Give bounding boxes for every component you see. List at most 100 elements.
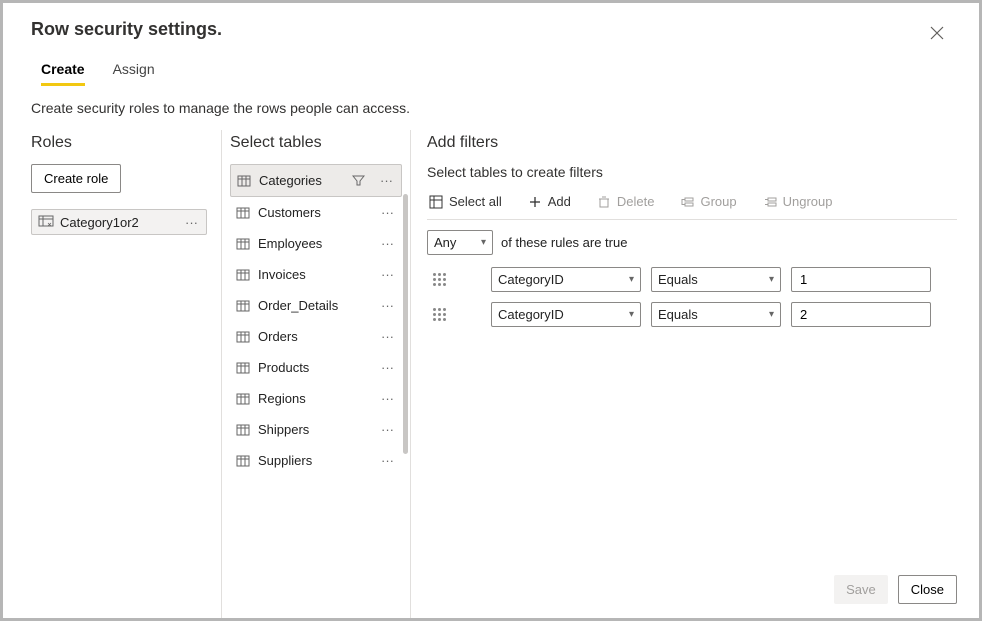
table-item-regions[interactable]: Regions ··· [230,383,402,414]
chevron-down-icon: ▾ [481,237,486,248]
chevron-down-icon: ▾ [769,309,774,320]
delete-label: Delete [617,194,655,209]
plus-icon [528,195,542,209]
rule-operator-select[interactable]: Equals ▾ [651,302,781,327]
chevron-down-icon: ▾ [769,274,774,285]
close-icon [930,26,944,40]
rule-list: CategoryID ▾ Equals ▾ CategoryID ▾ [427,267,957,327]
rule-row: CategoryID ▾ Equals ▾ [427,302,957,327]
table-item-customers[interactable]: Customers ··· [230,197,402,228]
page-description: Create security roles to manage the rows… [3,86,979,130]
table-icon [236,392,250,406]
rule-operator-value: Equals [658,307,698,322]
role-menu-button[interactable]: ··· [183,215,200,230]
rule-operator-select[interactable]: Equals ▾ [651,267,781,292]
filters-heading: Add filters [427,134,957,152]
ungroup-icon [763,195,777,209]
match-mode-value: Any [434,235,456,250]
table-menu-button[interactable]: ··· [379,329,396,344]
select-all-icon [429,195,443,209]
rule-value-input[interactable] [791,267,931,292]
table-menu-button[interactable]: ··· [379,453,396,468]
ungroup-label: Ungroup [783,194,833,209]
delete-button: Delete [597,194,655,209]
rule-field-select[interactable]: CategoryID ▾ [491,302,641,327]
table-item-invoices[interactable]: Invoices ··· [230,259,402,290]
table-icon [236,454,250,468]
table-name: Customers [258,205,321,220]
role-item[interactable]: Category1or2 ··· [31,209,207,235]
tab-assign[interactable]: Assign [113,61,155,86]
rule-field-select[interactable]: CategoryID ▾ [491,267,641,292]
match-mode-select[interactable]: Any ▾ [427,230,493,255]
table-icon [236,206,250,220]
table-name: Order_Details [258,298,338,313]
rule-field-value: CategoryID [498,307,564,322]
add-label: Add [548,194,571,209]
table-item-shippers[interactable]: Shippers ··· [230,414,402,445]
save-button[interactable]: Save [834,575,888,604]
rule-row: CategoryID ▾ Equals ▾ [427,267,957,292]
table-icon [236,268,250,282]
rule-value-input[interactable] [791,302,931,327]
ungroup-button: Ungroup [763,194,833,209]
select-all-button[interactable]: Select all [429,194,502,209]
filters-toolbar: Select all Add Delete Group Ungroup [427,190,957,220]
table-item-order-details[interactable]: Order_Details ··· [230,290,402,321]
roles-heading: Roles [31,134,207,152]
close-footer-button[interactable]: Close [898,575,957,604]
table-name: Suppliers [258,453,312,468]
table-name: Products [258,360,309,375]
table-menu-button[interactable]: ··· [379,298,396,313]
table-list: Categories ··· Customers ··· Employees ·… [230,164,402,476]
table-name: Invoices [258,267,306,282]
drag-handle[interactable] [427,308,443,321]
table-menu-button[interactable]: ··· [379,236,396,251]
drag-handle[interactable] [427,273,443,286]
table-menu-button[interactable]: ··· [379,391,396,406]
table-name: Employees [258,236,322,251]
match-row: Any ▾ of these rules are true [427,220,957,261]
table-icon [236,423,250,437]
create-role-button[interactable]: Create role [31,164,121,193]
table-item-categories[interactable]: Categories ··· [230,164,402,197]
select-all-label: Select all [449,194,502,209]
table-name: Orders [258,329,298,344]
table-name: Regions [258,391,306,406]
table-icon [236,299,250,313]
chevron-down-icon: ▾ [629,309,634,320]
match-suffix: of these rules are true [501,235,627,250]
close-button[interactable] [923,19,951,47]
add-button[interactable]: Add [528,194,571,209]
dialog-title: Row security settings. [31,19,222,40]
table-icon [236,237,250,251]
table-icon [236,361,250,375]
group-label: Group [700,194,736,209]
tab-bar: Create Assign [3,47,979,86]
table-item-products[interactable]: Products ··· [230,352,402,383]
table-menu-button[interactable]: ··· [379,360,396,375]
filters-subheading: Select tables to create filters [427,164,957,180]
table-menu-button[interactable]: ··· [379,205,396,220]
filter-icon [352,174,366,188]
table-menu-button[interactable]: ··· [378,173,395,188]
table-menu-button[interactable]: ··· [379,267,396,282]
rule-field-value: CategoryID [498,272,564,287]
scrollbar[interactable] [403,194,408,454]
table-item-employees[interactable]: Employees ··· [230,228,402,259]
table-name: Categories [259,173,322,188]
table-icon [237,174,251,188]
trash-icon [597,195,611,209]
group-icon [680,195,694,209]
table-item-orders[interactable]: Orders ··· [230,321,402,352]
table-icon [236,330,250,344]
table-item-suppliers[interactable]: Suppliers ··· [230,445,402,476]
tab-create[interactable]: Create [41,61,85,86]
table-name: Shippers [258,422,309,437]
role-name: Category1or2 [60,215,139,230]
group-button: Group [680,194,736,209]
table-menu-button[interactable]: ··· [379,422,396,437]
tables-heading: Select tables [230,134,402,152]
rule-operator-value: Equals [658,272,698,287]
role-icon [38,214,54,230]
